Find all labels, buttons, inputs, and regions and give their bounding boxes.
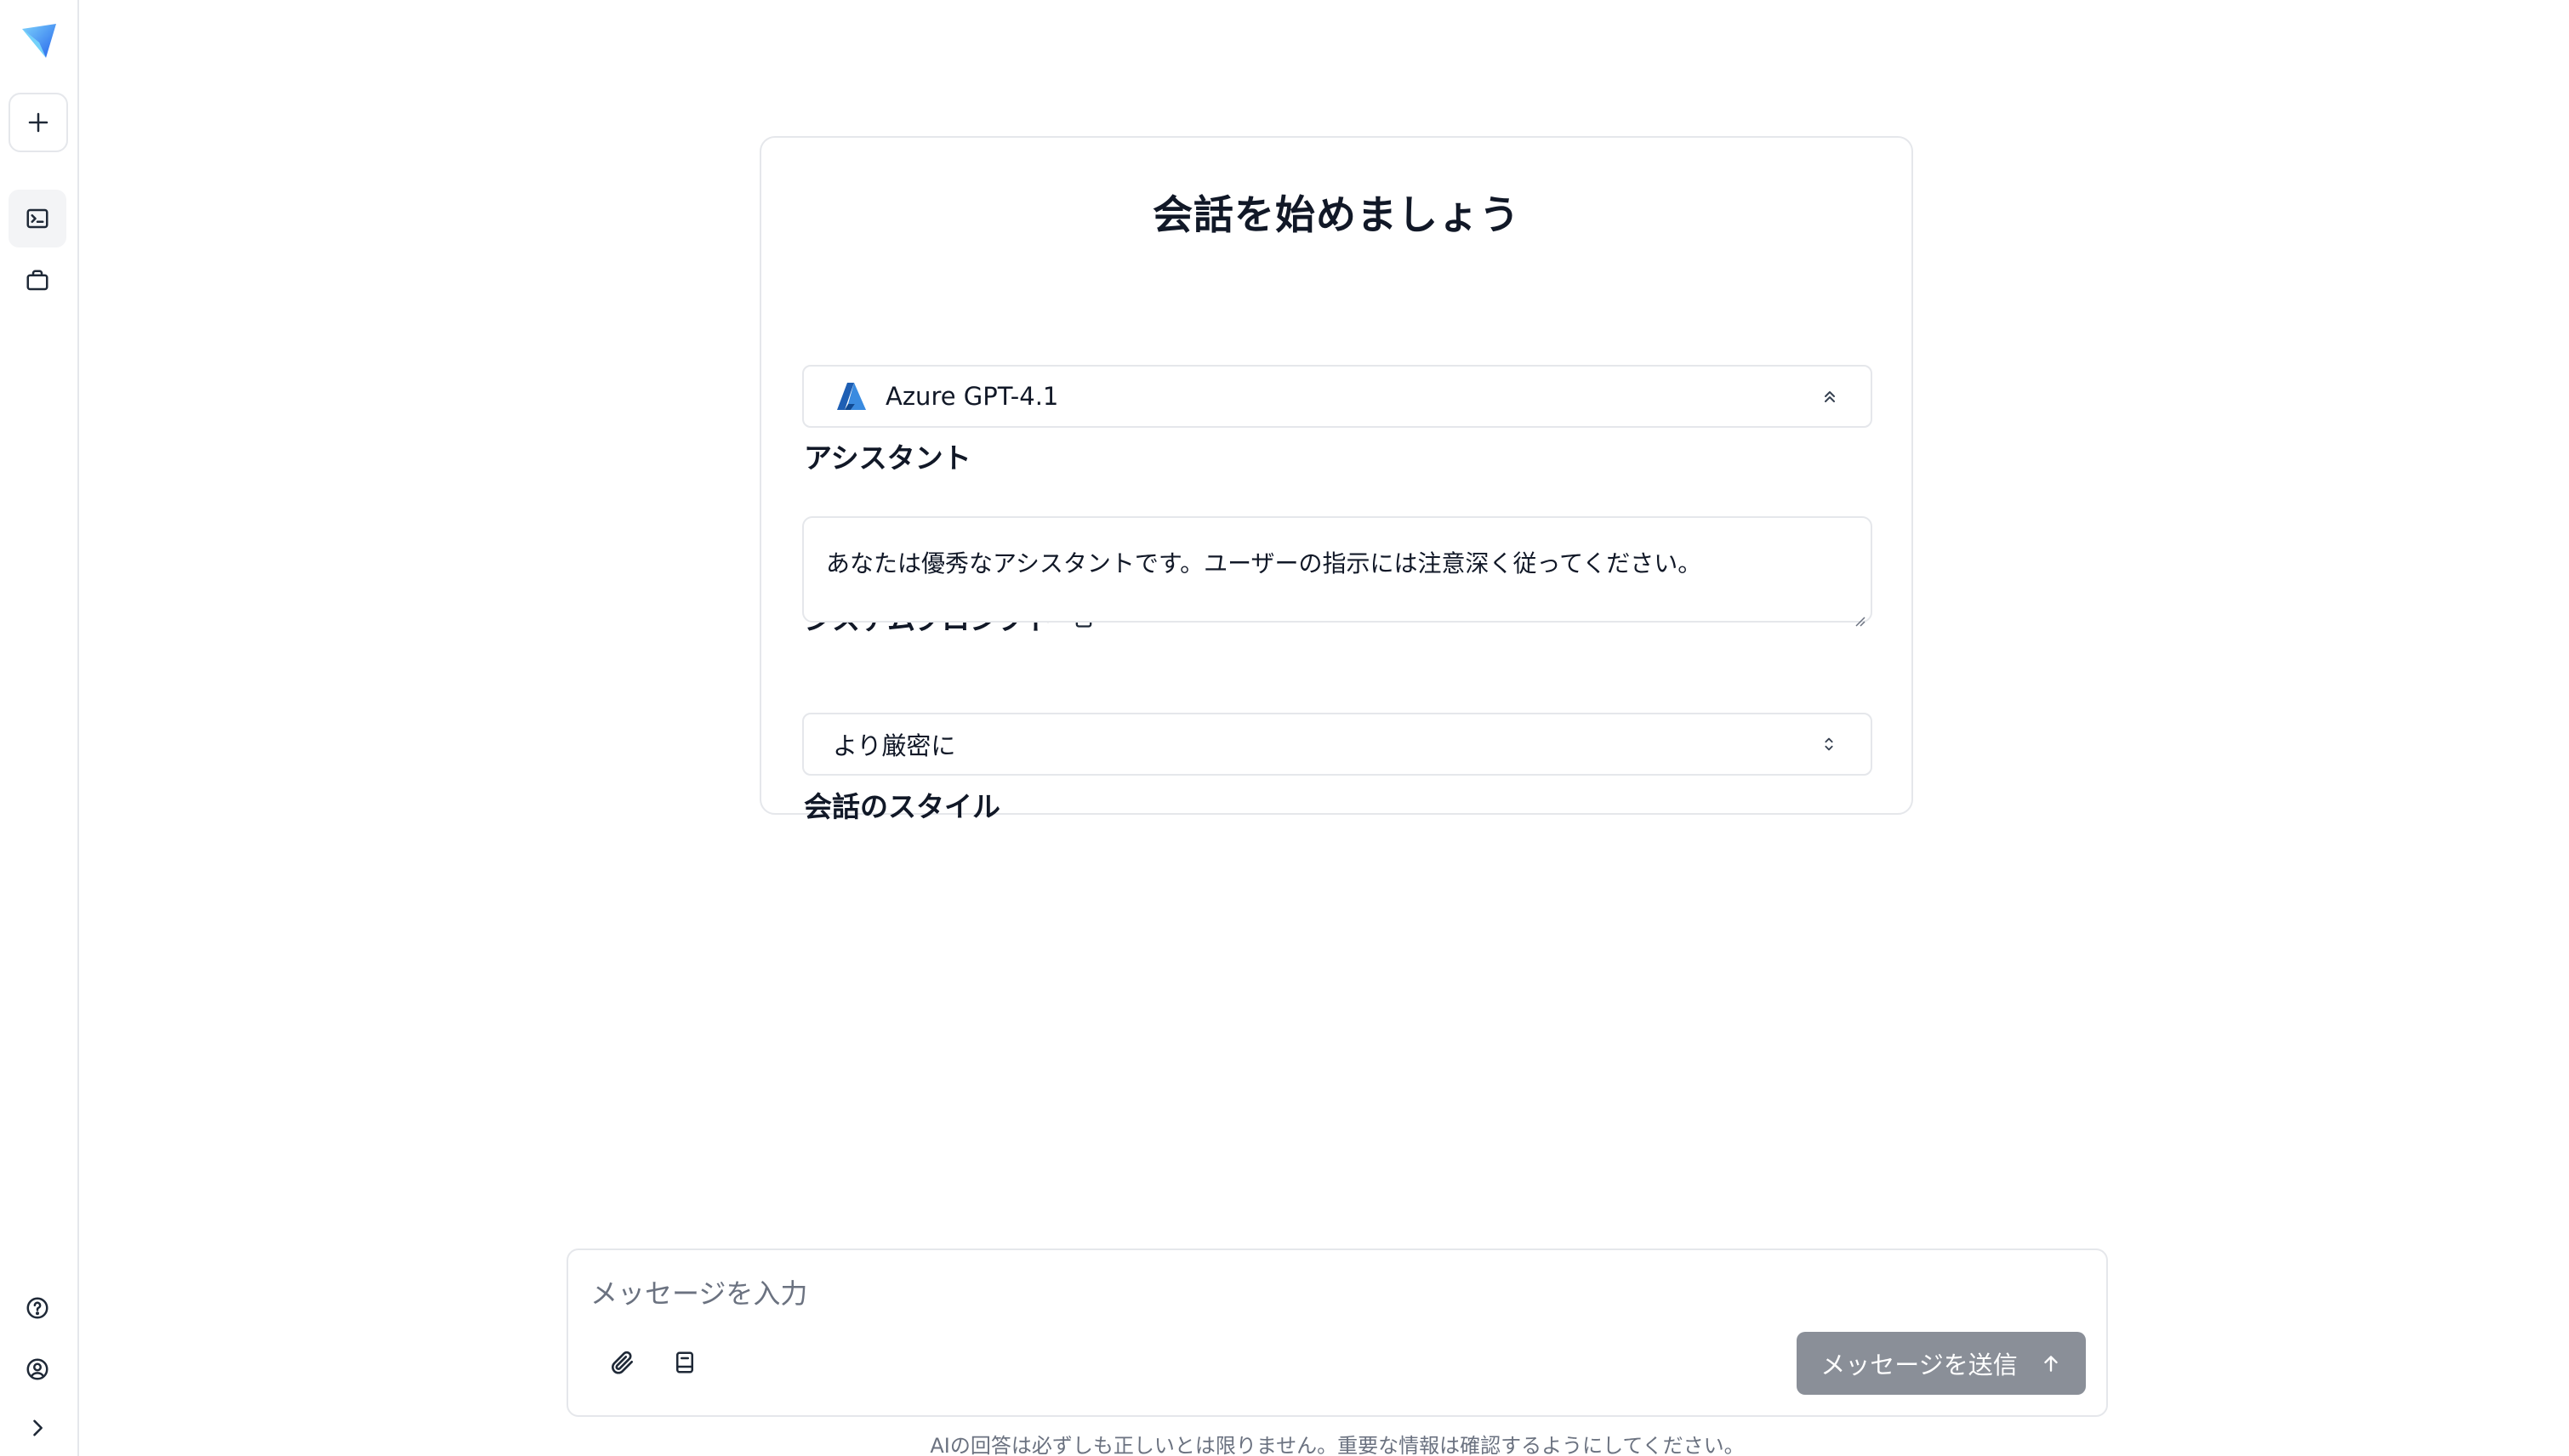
new-chat-button[interactable] — [9, 93, 68, 152]
conversation-style-label-text: 会話のスタイル — [804, 790, 1000, 823]
azure-icon — [836, 382, 867, 411]
briefcase-icon — [25, 268, 50, 293]
assistant-selected-value: Azure GPT-4.1 — [886, 382, 1059, 411]
user-circle-icon — [25, 1356, 50, 1382]
message-composer: メッセージを入力 メッセージを送信 — [567, 1248, 2108, 1417]
chevrons-up-icon — [1820, 386, 1840, 407]
send-button-label: メッセージを送信 — [1820, 1351, 2018, 1379]
send-message-button[interactable]: メッセージを送信 — [1797, 1332, 2086, 1395]
app-logo-icon[interactable] — [15, 17, 63, 65]
sidebar-item-chat[interactable] — [9, 190, 66, 247]
attach-file-button[interactable] — [598, 1338, 647, 1387]
plus-icon — [26, 110, 51, 135]
conversation-style-label: 会話のスタイル — [804, 784, 1000, 825]
prompt-library-button[interactable] — [660, 1338, 709, 1387]
app-root: 会話を始めましょう アシスタント Azure GPT-4.1 システムプロンプト — [0, 0, 2569, 1456]
arrow-up-icon — [2040, 1352, 2062, 1374]
message-input[interactable]: メッセージを入力 — [590, 1272, 1611, 1315]
terminal-icon — [25, 206, 50, 231]
user-menu-button[interactable] — [9, 1340, 66, 1398]
system-prompt-text: あなたは優秀なアシスタントです。ユーザーの指示には注意深く従ってください。 — [826, 549, 1702, 577]
paperclip-icon — [609, 1349, 636, 1376]
resize-handle-icon[interactable] — [1852, 602, 1866, 627]
book-icon — [672, 1350, 698, 1375]
conversation-settings-card: 会話を始めましょう アシスタント Azure GPT-4.1 システムプロンプト — [760, 136, 1913, 823]
sidebar-item-workspace[interactable] — [9, 252, 66, 310]
system-prompt-textarea[interactable]: あなたは優秀なアシスタントです。ユーザーの指示には注意深く従ってください。 — [802, 516, 1872, 627]
disclaimer-text: AIの回答は必ずしも正しいとは限りません。重要な情報は確認するようにしてください… — [930, 1434, 1745, 1456]
help-circle-icon — [25, 1295, 50, 1321]
conversation-style-selected-value: より厳密に — [833, 731, 956, 760]
chevron-up-down-icon — [1820, 734, 1840, 754]
sidebar — [0, 0, 79, 1456]
assistant-label: アシスタント — [804, 435, 971, 476]
conversation-style-select[interactable]: より厳密に — [802, 713, 1872, 776]
chevron-right-icon — [26, 1416, 49, 1440]
page-title: 会話を始めましょう — [1153, 192, 1520, 239]
assistant-label-text: アシスタント — [804, 441, 971, 475]
expand-sidebar-button[interactable] — [9, 1402, 66, 1454]
help-button[interactable] — [9, 1279, 66, 1337]
assistant-select[interactable]: Azure GPT-4.1 — [802, 365, 1872, 428]
